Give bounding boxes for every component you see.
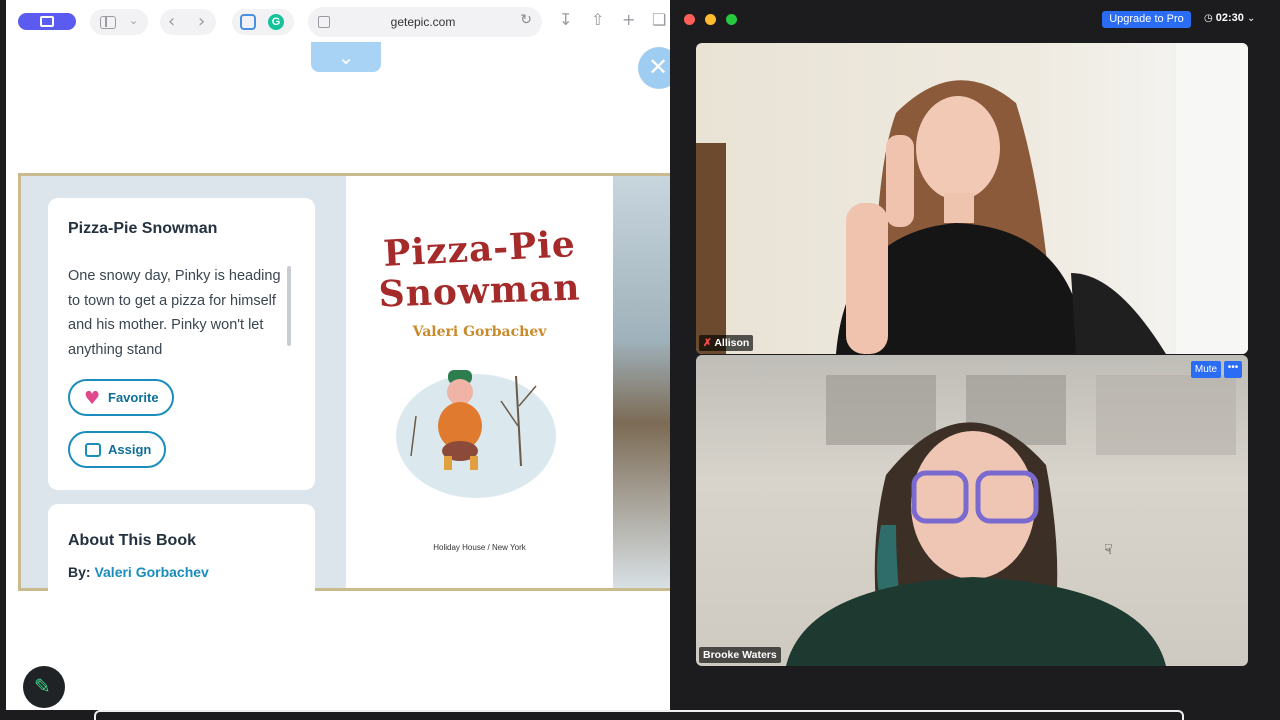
close-icon: ✕	[648, 53, 669, 81]
dock-edge	[94, 710, 1184, 720]
sidebar-toggle-button[interactable]: ⌄	[90, 9, 148, 35]
author-link[interactable]: Valeri Gorbachev	[94, 564, 208, 580]
maximize-window-button[interactable]	[726, 14, 737, 25]
mouse-cursor-icon: ☟	[1104, 542, 1113, 558]
participant-name-allison: ✗ Allison	[699, 335, 754, 351]
collapse-tab[interactable]: ⌄	[311, 42, 381, 72]
assign-label: Assign	[108, 442, 152, 457]
profile-button[interactable]	[18, 13, 76, 30]
cover-illustration	[396, 370, 556, 498]
cover-publisher: Holiday House / New York	[433, 543, 526, 552]
description-scrollbar[interactable]	[287, 266, 291, 346]
minimize-window-button[interactable]	[705, 14, 716, 25]
grammarly-icon[interactable]: G	[268, 14, 284, 30]
heart-icon: ♥	[84, 388, 101, 409]
book-reader: Pizza-Pie Snowman One snowy day, Pinky i…	[18, 173, 670, 604]
timer-text: 02:30	[1215, 12, 1244, 24]
cover-title-line2: Snowman	[377, 266, 582, 316]
annotate-button[interactable]: ✎	[23, 666, 65, 708]
reload-icon[interactable]: ↻	[520, 12, 532, 28]
favorite-label: Favorite	[108, 390, 159, 405]
navigation-buttons: ‹ ›	[160, 9, 216, 35]
assign-button[interactable]: Assign	[68, 431, 166, 468]
close-book-button[interactable]: ✕	[638, 47, 670, 89]
about-heading: About This Book	[68, 532, 196, 549]
share-icon[interactable]: ⇧	[591, 10, 604, 29]
video-tile-brooke[interactable]: Mute ••• Brooke Waters	[696, 355, 1248, 666]
allison-video	[696, 43, 1248, 354]
brooke-video	[786, 375, 1236, 666]
author-line: By: Valeri Gorbachev	[68, 564, 209, 580]
about-book-card: About This Book By: Valeri Gorbachev	[48, 504, 315, 604]
cover-author: Valeri Gorbachev	[412, 324, 547, 340]
meeting-timer[interactable]: ◷ 02:30 ⌄	[1204, 12, 1258, 24]
new-tab-icon[interactable]: +	[622, 10, 635, 29]
upgrade-button[interactable]: Upgrade to Pro	[1102, 11, 1191, 28]
more-options-button[interactable]: •••	[1224, 361, 1242, 378]
next-page-preview[interactable]	[613, 176, 670, 588]
address-bar[interactable]: getepic.com ↻	[308, 7, 542, 37]
chevron-down-icon: ⌄	[1246, 13, 1256, 24]
by-label: By:	[68, 564, 91, 580]
pencil-icon: ✎	[34, 674, 51, 698]
clock-icon: ◷	[1204, 13, 1213, 24]
sidebar-icon	[100, 16, 116, 29]
book-description: One snowy day, Pinky is heading to town …	[68, 268, 281, 358]
extensions-group: G	[232, 9, 294, 35]
profile-icon	[40, 16, 54, 27]
url-text: getepic.com	[390, 15, 456, 29]
video-tile-allison[interactable]: ✗ Allison	[696, 43, 1248, 354]
tabs-overview-icon[interactable]: ❏	[652, 10, 666, 29]
download-icon[interactable]: ↧	[559, 10, 572, 29]
chevron-down-icon: ⌄	[129, 15, 139, 27]
assign-icon	[85, 443, 101, 457]
extension-icon[interactable]	[240, 14, 256, 30]
forward-icon[interactable]: ›	[198, 11, 205, 32]
favorite-button[interactable]: ♥ Favorite	[68, 379, 174, 416]
muted-mic-icon: ✗	[703, 337, 712, 349]
book-info-card: Pizza-Pie Snowman One snowy day, Pinky i…	[48, 198, 315, 490]
screen: ⌄ ‹ › G getepic.com ↻ ↧ ⇧ + ❏ ⌄ ✕ Pizza-…	[0, 0, 1280, 720]
book-title: Pizza-Pie Snowman	[68, 220, 218, 237]
zoom-window: Upgrade to Pro ◷ 02:30 ⌄ ✗ Allison Mute …	[670, 0, 1280, 720]
mute-participant-button[interactable]: Mute	[1191, 361, 1221, 378]
page-settings-icon[interactable]	[318, 16, 330, 28]
participant-name-brooke: Brooke Waters	[699, 647, 781, 663]
book-cover-page[interactable]: Pizza-Pie Snowman Valeri Gorbachev Holid…	[346, 176, 613, 588]
chevron-down-icon: ⌄	[337, 45, 355, 69]
browser-toolbar: ⌄ ‹ › G getepic.com ↻ ↧ ⇧ + ❏	[6, 0, 670, 44]
participant-name: Allison	[714, 337, 750, 349]
browser-window: ⌄ ‹ › G getepic.com ↻ ↧ ⇧ + ❏ ⌄ ✕ Pizza-…	[6, 0, 670, 710]
back-icon[interactable]: ‹	[168, 11, 175, 32]
close-window-button[interactable]	[684, 14, 695, 25]
